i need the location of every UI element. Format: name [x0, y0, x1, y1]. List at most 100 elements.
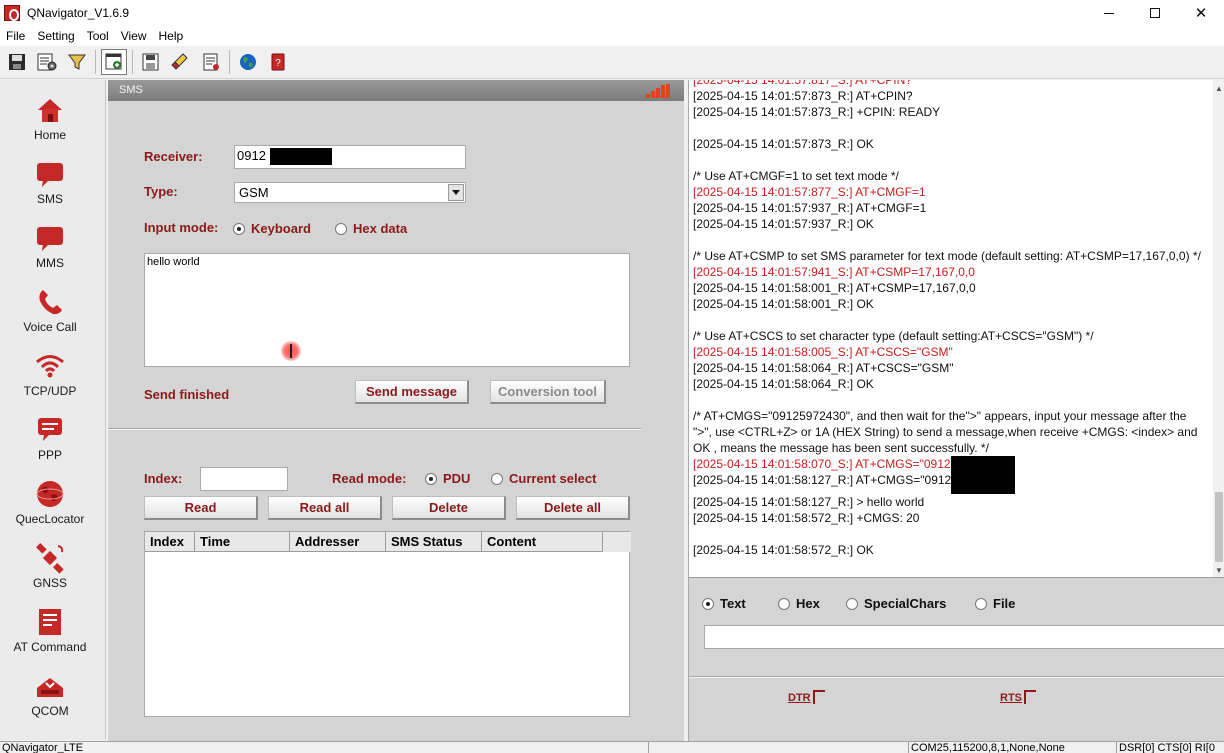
receiver-input[interactable]: 0912 [234, 145, 466, 169]
sidebar-item-mms[interactable]: MMS [0, 210, 100, 270]
sidebar-item-at-command[interactable]: AT Command [0, 594, 100, 654]
read-all-button[interactable]: Read all [268, 496, 382, 520]
sidebar-item-label: Voice Call [23, 320, 77, 334]
log-line: [2025-04-15 14:01:58:572_R:] OK [693, 542, 1205, 558]
globe-icon [240, 54, 256, 70]
radio-file[interactable]: File [975, 596, 1015, 611]
sms-table[interactable]: Index Time Addresser SMS Status Content [144, 531, 631, 717]
log-text: /* Use AT+CSCS to set character type (de… [693, 329, 1094, 343]
radio-keyboard[interactable]: Keyboard [233, 221, 311, 236]
table-header: Index Time Addresser SMS Status Content [145, 532, 631, 552]
clear-button[interactable] [168, 49, 194, 75]
delete-button[interactable]: Delete [392, 496, 506, 520]
log-blank-line [693, 232, 1205, 248]
minimize-button[interactable] [1086, 0, 1132, 26]
index-input[interactable] [200, 467, 288, 491]
delete-all-button[interactable]: Delete all [516, 496, 630, 520]
send-status: Send finished [144, 387, 230, 402]
menu-view[interactable]: View [115, 29, 153, 43]
save-as-button[interactable] [138, 49, 164, 75]
at-log-output[interactable]: [2025-04-15 14:01:57:817_S:] AT+CPIN? [20… [689, 80, 1224, 578]
radio-special-chars[interactable]: SpecialChars [846, 596, 946, 611]
status-bar: QNavigator_LTE COM25,115200,8,1,None,Non… [0, 741, 1224, 753]
sidebar-item-queclocator[interactable]: QuecLocator [0, 466, 100, 526]
help-button[interactable]: ? [265, 49, 291, 75]
at-command-icon [33, 606, 67, 638]
radio-selected-icon [425, 472, 437, 485]
log-comment: /* Use AT+CMGF=1 to set text mode */ [693, 168, 1205, 184]
column-header-sms-status[interactable]: SMS Status [386, 532, 482, 552]
log-panel: [2025-04-15 14:01:57:817_S:] AT+CPIN? [20… [688, 80, 1224, 742]
send-command-input[interactable] [704, 625, 1224, 649]
log-blank-line [693, 312, 1205, 328]
dtr-label: DTR [788, 692, 811, 704]
radio-current-select[interactable]: Current select [491, 471, 596, 486]
radio-pdu[interactable]: PDU [425, 471, 470, 486]
maximize-button[interactable] [1132, 0, 1178, 26]
dtr-toggle[interactable]: DTR [788, 690, 825, 704]
rts-toggle[interactable]: RTS [1000, 690, 1036, 704]
log-text: /* Use AT+CSMP to set SMS parameter for … [693, 249, 1201, 263]
toolbar-separator [95, 50, 96, 74]
message-textarea[interactable]: hello world [144, 253, 630, 367]
radio-label: Current select [509, 471, 597, 486]
window-controls: ✕ [1086, 0, 1224, 26]
menu-help[interactable]: Help [153, 29, 190, 43]
menu-tool[interactable]: Tool [81, 29, 115, 43]
new-window-icon [105, 53, 122, 70]
close-button[interactable]: ✕ [1178, 0, 1224, 26]
conversion-tool-button[interactable]: Conversion tool [490, 380, 606, 404]
radio-hex-data[interactable]: Hex data [335, 221, 407, 236]
status-signals: DSR[0] CTS[0] RI[0 [1116, 742, 1224, 753]
column-header-content[interactable]: Content [482, 532, 603, 552]
column-header-index[interactable]: Index [145, 532, 195, 552]
radio-label: Hex data [353, 221, 408, 236]
web-button[interactable] [235, 49, 261, 75]
sidebar-item-voice-call[interactable]: Voice Call [0, 274, 100, 334]
new-window-button[interactable] [101, 49, 127, 75]
type-select[interactable]: GSM [234, 182, 466, 203]
read-button[interactable]: Read [144, 496, 258, 520]
sidebar-item-ppp[interactable]: PPP [0, 402, 100, 462]
scroll-thumb[interactable] [1215, 492, 1223, 562]
scroll-up-icon[interactable]: ▲ [1215, 84, 1223, 93]
help-book-icon: ? [271, 53, 285, 71]
clear-icon [171, 53, 188, 70]
log-line: [2025-04-15 14:01:57:817_S:] AT+CPIN? [693, 80, 1205, 88]
sidebar-item-gnss[interactable]: GNSS [0, 530, 100, 590]
section-divider [108, 428, 641, 430]
sidebar-item-tcp-udp[interactable]: TCP/UDP [0, 338, 100, 398]
chevron-down-icon[interactable] [448, 184, 464, 201]
app-logo-icon [4, 5, 20, 21]
sidebar-item-label: SMS [36, 192, 63, 206]
menu-file[interactable]: File [0, 29, 31, 43]
sidebar-item-sms[interactable]: SMS [0, 146, 100, 206]
radio-text[interactable]: Text [702, 596, 746, 611]
log-line: [2025-04-15 14:01:58:001_R:] AT+CSMP=17,… [693, 280, 1205, 296]
radio-hex[interactable]: Hex [778, 596, 820, 611]
settings-button[interactable] [34, 49, 60, 75]
sidebar-item-qcom[interactable]: QCOM [0, 658, 100, 718]
scroll-down-icon[interactable]: ▼ [1215, 566, 1223, 575]
column-header-time[interactable]: Time [195, 532, 290, 552]
log-lines: [2025-04-15 14:01:57:817_S:] AT+CPIN? [20… [693, 80, 1205, 558]
log-text: [2025-04-15 14:01:57:873_R:] AT+CPIN? [693, 89, 913, 103]
notes-button[interactable] [198, 49, 224, 75]
filter-button[interactable] [64, 49, 90, 75]
send-message-button[interactable]: Send message [355, 380, 469, 404]
log-text: [2025-04-15 14:01:58:001_R:] OK [693, 297, 874, 311]
log-text: [2025-04-15 14:01:57:937_R:] OK [693, 217, 874, 231]
log-text: [2025-04-15 14:01:57:873_R:] OK [693, 137, 874, 151]
maximize-icon [1150, 8, 1160, 18]
save-button[interactable] [4, 49, 30, 75]
satellite-icon [33, 542, 67, 574]
log-line: [2025-04-15 14:01:58:064_R:] AT+CSCS="GS… [693, 360, 1205, 376]
radio-label: PDU [443, 471, 471, 486]
log-line: [2025-04-15 14:01:58:005_S:] AT+CSCS="GS… [693, 344, 1205, 360]
column-header-addresser[interactable]: Addresser [290, 532, 386, 552]
sidebar-item-home[interactable]: Home [0, 82, 100, 142]
log-scrollbar[interactable]: ▲ ▼ [1213, 80, 1224, 577]
window-title: QNavigator_V1.6.9 [27, 6, 130, 20]
menu-setting[interactable]: Setting [31, 29, 80, 43]
close-icon: ✕ [1194, 5, 1208, 22]
